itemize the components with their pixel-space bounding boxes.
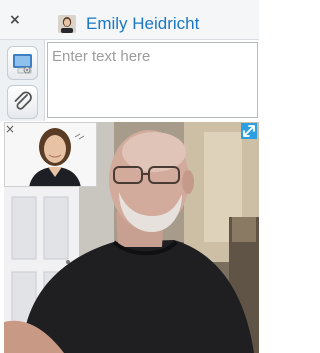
self-view-image [5,123,96,186]
close-self-view-button[interactable]: × [5,123,17,135]
contact-avatar [58,15,76,33]
self-view-video[interactable] [4,122,97,187]
contact-card-icon [13,54,32,74]
attach-file-button[interactable] [7,85,38,119]
tool-rail [0,40,45,121]
contact-name-link[interactable]: Emily Heidricht [86,14,199,34]
send-contact-button[interactable] [7,46,38,80]
close-chat-button[interactable]: × [9,12,23,28]
expand-video-button[interactable] [241,123,257,139]
chat-header: × Emily Heidricht [0,0,259,40]
paperclip-icon [14,91,32,110]
avatar-image [58,15,76,33]
message-input[interactable] [47,42,258,118]
expand-icon [243,125,255,137]
